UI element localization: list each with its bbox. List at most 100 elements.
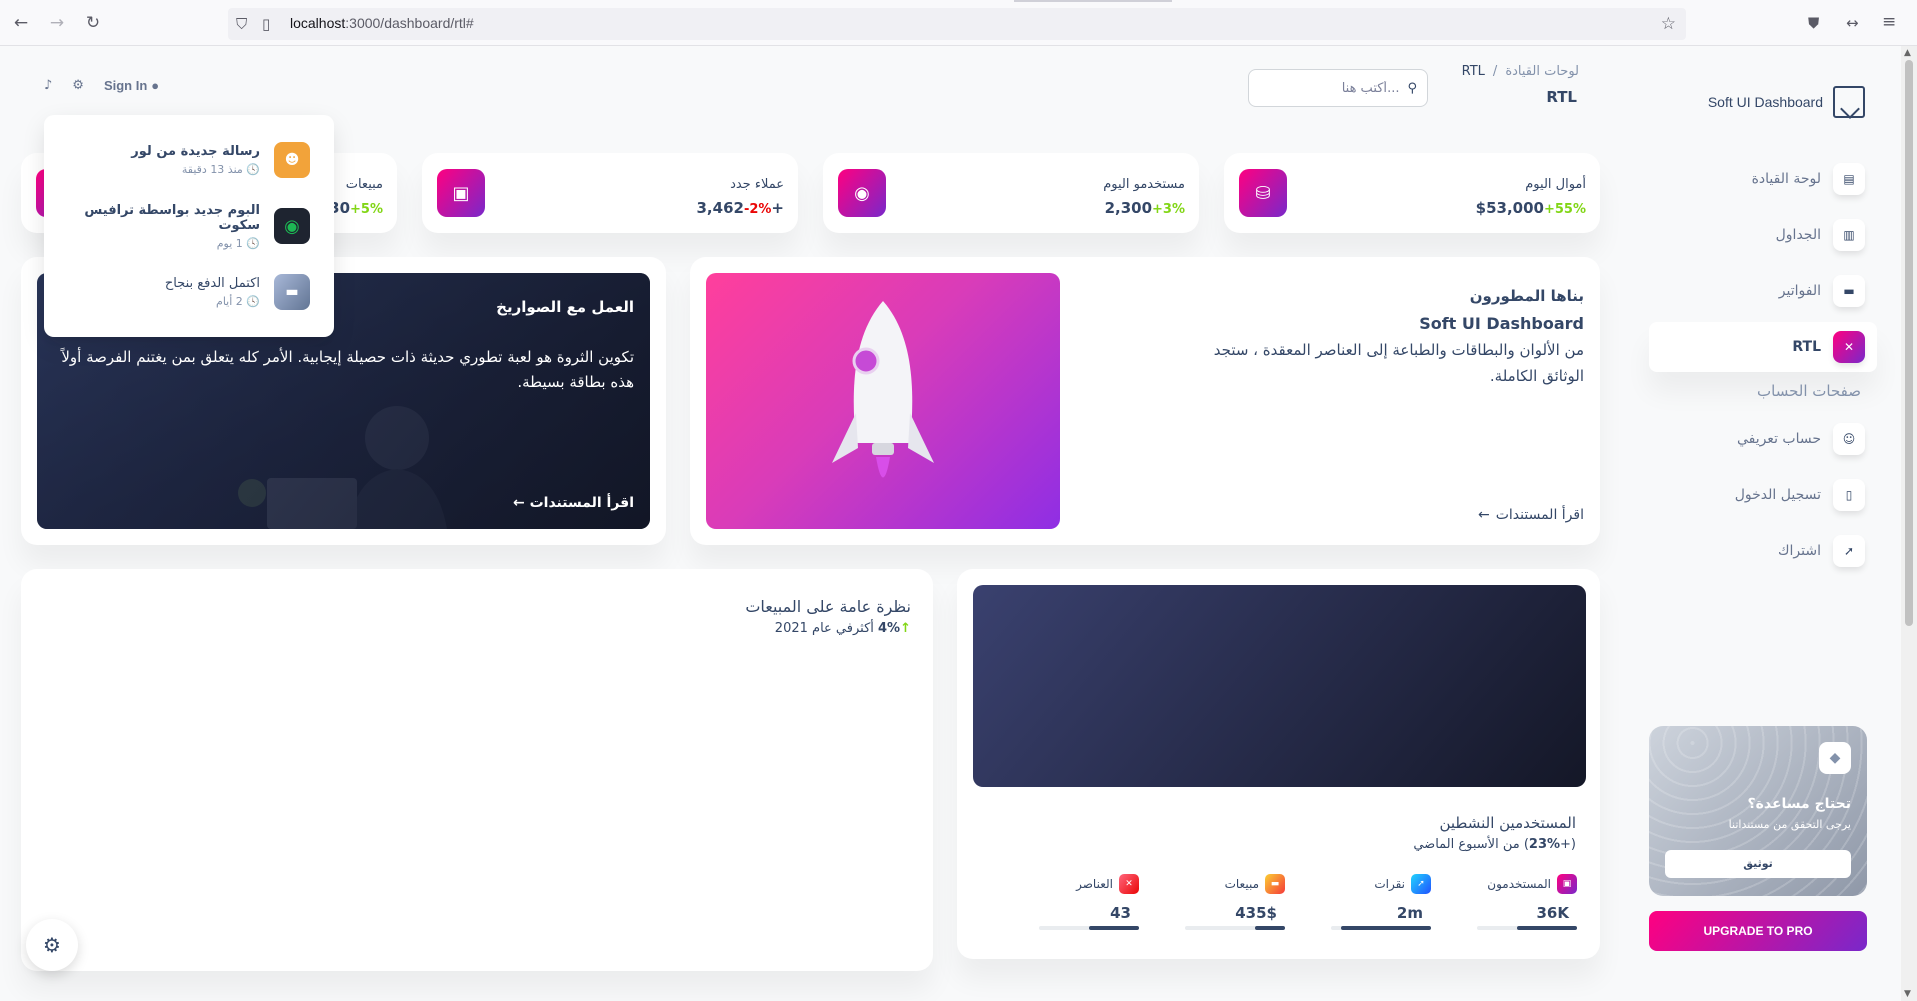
sub-prefix: (+ [1560,837,1576,852]
spaceship-icon: ➚ [1833,535,1865,567]
sidebar-item-label: تسجيل الدخول [1734,487,1821,503]
sidebar-item-label: RTL [1792,339,1821,355]
top-actions: ♪ ⚙ Sign In ● [44,78,159,93]
metric-users: ▣ المستخدمون 36K [1465,874,1577,930]
breadcrumb-separator: / [1492,64,1498,79]
sidebar-item-sign-in[interactable]: ▯ تسجيل الدخول [1649,470,1877,520]
metric-value: 43 [1110,904,1131,922]
sign-in-label: Sign In [103,78,148,93]
help-subtitle: يرجى التحقق من مستنداتنا [1728,818,1851,831]
documentation-button[interactable]: توثيق [1665,850,1851,878]
reload-button[interactable]: ↻ [82,12,104,34]
back-button[interactable]: ← [10,12,32,34]
stat-card-users: مستخدمو اليوم 2,300+3% ◉ [823,153,1199,233]
stat-label: مبيعات [345,177,383,192]
stat-value: $53,000+55% [1476,199,1586,217]
sub-bold: 23% [1528,837,1561,852]
read-docs-link[interactable]: اقرأ المستندات ← [1478,507,1584,523]
configurator-settings-button[interactable]: ⚙ [26,919,78,971]
rockets-read-docs-link[interactable]: اقرأ المستندات ← [513,495,634,511]
metric-value: 435$ [1235,904,1277,922]
active-users-card: المستخدمين النشطين (+23%) من الأسبوع الم… [957,569,1600,959]
search-icon[interactable]: ⚲ [1407,81,1417,96]
sidebar: Soft UI Dashboard ▤ لوحة القيادة ▥ الجدا… [1625,46,1901,1001]
notification-title-text: رسالة جديدة من لور [131,144,260,159]
user-icon: ● [151,78,160,93]
rocket-icon [832,301,934,478]
progress-fill [1255,926,1285,930]
forward-button[interactable]: → [46,12,68,34]
cursor-icon: ➚ [1411,874,1431,894]
globe-icon: ◉ [838,169,886,217]
diamond-icon: ◆ [1819,742,1851,774]
notification-time-text: 1 يوم [216,236,243,250]
sidebar-item-dashboard[interactable]: ▤ لوحة القيادة [1649,154,1877,204]
scroll-down-icon[interactable]: ▼ [1904,989,1911,999]
notifications-dropdown: ☻ رسالة جديدة من لور 🕓 منذ 13 دقيقة ◉ ال… [44,115,334,337]
arrow-left-icon: ← [512,495,525,511]
menu-icon[interactable]: ≡ [1882,12,1896,32]
rockets-description: تكوين الثروة هو لعبة تطوري حديثة ذات حصي… [61,348,634,391]
stat-number: $53,000 [1475,199,1544,217]
stat-card-money: أموال اليوم $53,000+55% ⛁ [1224,153,1600,233]
sidebar-item-label: الفواتير [1778,283,1821,299]
stat-value: +3,462-2% [697,199,785,217]
sidebar-item-label: الجداول [1775,227,1821,243]
arrow-up-icon: ↑ [900,621,911,636]
metric-progress [1331,926,1431,930]
sign-in-link[interactable]: Sign In ● [104,78,159,93]
read-docs-label: اقرأ المستندات [529,495,634,511]
extensions-icon[interactable]: ↔ [1846,13,1859,33]
brand[interactable]: Soft UI Dashboard [1708,86,1865,118]
notification-time: 🕓 منذ 13 دقيقة [181,163,260,176]
help-card: ◆ تحتاج مساعدة؟ يرجى التحقق من مستنداتنا… [1649,726,1867,896]
progress-fill [1089,926,1139,930]
office-icon: ▥ [1833,219,1865,251]
sidebar-item-rtl[interactable]: ✕ RTL [1649,322,1877,372]
built-by-developers-card: بناها المطورون Soft UI Dashboard من الأل… [690,257,1600,545]
sidebar-item-tables[interactable]: ▥ الجداول [1649,210,1877,260]
gear-icon: ⚙ [43,933,61,957]
url-bar[interactable]: ⛉ ▯ localhost:3000/dashboard/rtl# ☆ [228,8,1686,40]
metric-label: مبيعات [1224,877,1259,891]
notification-item[interactable]: ◉ البوم جديد بواسطة ترافيس سكوت 🕓 1 يوم [52,193,326,259]
pocket-icon[interactable]: ⛊ [1808,13,1819,33]
active-tab-indicator [1014,0,1172,2]
sidebar-nav: ▤ لوحة القيادة ▥ الجداول ▬ الفواتير ✕ RT… [1649,154,1877,582]
stat-change: +55% [1543,202,1586,217]
notification-title: رسالة جديدة من لور [131,144,260,159]
sidebar-item-profile[interactable]: ☺ حساب تعريفي [1649,414,1877,464]
logo-icon [1833,86,1865,118]
bookmark-star-icon[interactable]: ☆ [1661,14,1676,34]
rocket-illustration [706,273,1060,529]
notification-title: البوم جديد بواسطة ترافيس سكوت [68,203,260,233]
stat-change: +3% [1152,202,1185,217]
arrow-left-icon: ← [1478,507,1490,523]
notification-item[interactable]: ▬ اكتمل الدفع بنجاح 🕓 2 أيام [52,259,326,325]
stat-value: 2,300+3% [1105,199,1185,217]
notification-time: 🕓 2 أيام [216,295,260,308]
progress-fill [1341,926,1431,930]
notification-time-text: منذ 13 دقيقة [181,163,243,176]
scroll-up-icon[interactable]: ▲ [1904,48,1911,58]
user-icon: ▣ [1557,874,1577,894]
metric-sales: ▬ مبيعات 435$ [1173,874,1285,930]
shield-icon[interactable]: ⛉ [236,14,247,34]
breadcrumb-root[interactable]: لوحات القيادة [1505,64,1579,79]
notifications-bell-icon[interactable]: ♪ [44,78,52,93]
active-users-chart [973,585,1586,787]
scrollbar-thumb[interactable] [1905,60,1913,626]
sidebar-item-sign-up[interactable]: ➚ اشتراك [1649,526,1877,576]
active-users-metrics: ▣ المستخدمون 36K ➚ نقرات 2m ▬ مبيعات 435$ ✕… [1027,874,1577,930]
settings-gear-icon[interactable]: ⚙ [72,78,84,93]
sidebar-item-billing[interactable]: ▬ الفواتير [1649,266,1877,316]
url-text[interactable]: localhost:3000/dashboard/rtl# [290,15,474,31]
builder-title: بناها المطورون [1469,287,1584,305]
upgrade-button[interactable]: UPGRADE TO PRO [1649,911,1867,951]
page-scrollbar[interactable]: ▲ ▼ [1901,46,1917,1001]
search-input[interactable] [1279,80,1400,96]
spotify-icon: ◉ [274,208,310,244]
sidebar-section-heading: صفحات الحساب [1757,382,1861,400]
notification-time: 🕓 1 يوم [216,236,260,250]
notification-item[interactable]: ☻ رسالة جديدة من لور 🕓 منذ 13 دقيقة [52,127,326,193]
